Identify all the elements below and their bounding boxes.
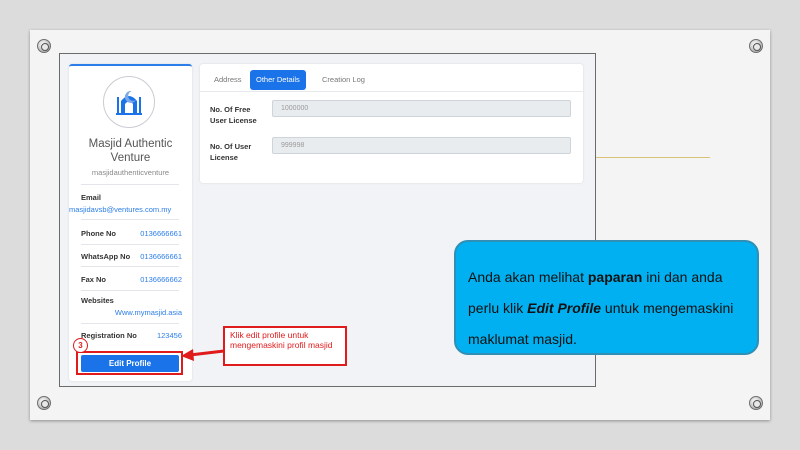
tab-creation-log[interactable]: Creation Log <box>316 70 371 90</box>
divider <box>81 266 179 267</box>
user-license-label: No. Of User License <box>210 142 252 162</box>
instruction-bubble: Anda akan melihat paparan ini dan anda p… <box>454 240 759 355</box>
step-number-badge: 3 <box>73 338 88 353</box>
instruction-bold-edit-profile: Edit Profile <box>527 300 602 316</box>
divider <box>81 184 179 185</box>
decorative-line <box>596 157 710 158</box>
whatsapp-value[interactable]: 0136666661 <box>140 252 182 261</box>
user-license-field[interactable]: 999998 <box>272 137 571 154</box>
fax-label: Fax No <box>81 275 107 284</box>
mosque-logo-icon <box>116 90 142 115</box>
highlight-box <box>76 351 183 375</box>
screw-icon <box>749 39 763 53</box>
divider <box>81 219 179 220</box>
websites-label: Websites <box>81 296 114 305</box>
annotation-callout: Klik edit profile untuk mengemaskini pro… <box>223 326 347 366</box>
profile-username: masjidauthenticventure <box>91 168 170 177</box>
divider <box>81 323 179 324</box>
whatsapp-label: WhatsApp No <box>81 252 131 261</box>
instruction-text: Anda akan melihat <box>468 269 588 285</box>
email-label: Email <box>81 193 102 202</box>
screw-icon <box>37 39 51 53</box>
free-license-label: No. Of Free User License <box>210 105 257 125</box>
registration-value: 123456 <box>156 331 182 340</box>
free-license-field[interactable]: 1000000 <box>272 100 571 117</box>
details-panel: Address Other Details Creation Log No. O… <box>200 64 583 183</box>
screw-icon <box>749 396 763 410</box>
email-value[interactable]: masjidavsb@ventures.com.my <box>69 205 171 214</box>
profile-card: Masjid Authentic Venture masjidauthentic… <box>69 64 192 381</box>
divider <box>81 244 179 245</box>
registration-label: Registration No <box>81 331 137 340</box>
phone-value[interactable]: 0136666661 <box>140 229 182 238</box>
tab-divider <box>200 91 583 92</box>
instruction-bold-paparan: paparan <box>587 269 643 285</box>
arrow-left-icon <box>181 349 225 361</box>
tab-other-details[interactable]: Other Details <box>250 70 306 90</box>
avatar <box>103 76 155 128</box>
fax-value[interactable]: 0136666662 <box>140 275 182 284</box>
profile-name: Masjid Authentic Venture <box>88 138 173 164</box>
phone-label: Phone No <box>81 229 116 238</box>
divider <box>81 290 179 291</box>
tab-address[interactable]: Address <box>208 70 248 90</box>
websites-value[interactable]: Www.mymasjid.asia <box>115 308 182 317</box>
screw-icon <box>37 396 51 410</box>
